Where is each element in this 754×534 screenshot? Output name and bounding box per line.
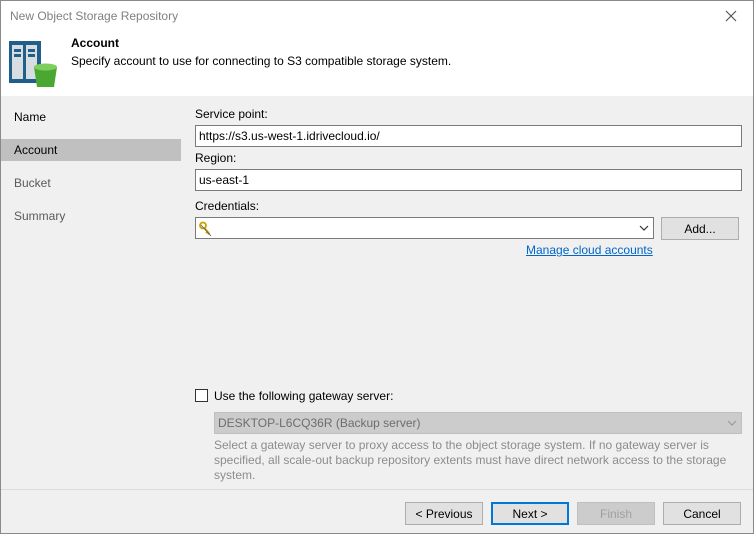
wizard-header: Account Specify account to use for conne… [1, 31, 753, 95]
credentials-select[interactable] [195, 217, 654, 239]
sidebar-item-bucket[interactable]: Bucket [1, 172, 181, 194]
sidebar-item-summary[interactable]: Summary [1, 205, 181, 227]
object-storage-icon [9, 41, 57, 87]
gateway-server-checkbox-label[interactable]: Use the following gateway server: [214, 389, 393, 403]
gateway-server-checkbox[interactable] [195, 389, 208, 402]
wizard-window: New Object Storage Repository Account Sp… [0, 0, 754, 534]
region-label: Region: [195, 151, 237, 165]
key-icon [199, 221, 212, 237]
service-point-label: Service point: [195, 107, 268, 121]
add-credentials-button[interactable]: Add... [661, 217, 739, 240]
chevron-down-icon [727, 420, 737, 426]
wizard-footer: < Previous Next > Finish Cancel [1, 489, 753, 533]
next-button[interactable]: Next > [491, 502, 569, 525]
previous-button[interactable]: < Previous [405, 502, 483, 525]
cancel-button[interactable]: Cancel [663, 502, 741, 525]
region-input[interactable]: us-east-1 [195, 169, 742, 191]
window-title: New Object Storage Repository [10, 9, 179, 23]
wizard-steps-sidebar: Name Account Bucket Summary [1, 96, 182, 489]
sidebar-item-name[interactable]: Name [1, 106, 181, 128]
wizard-content: Service point: https://s3.us-west-1.idri… [182, 96, 753, 489]
chevron-down-icon [639, 225, 649, 231]
gateway-server-select[interactable]: DESKTOP-L6CQ36R (Backup server) [214, 412, 742, 434]
credentials-label: Credentials: [195, 199, 260, 213]
close-button[interactable] [709, 1, 753, 31]
gateway-server-hint: Select a gateway server to proxy access … [214, 438, 727, 482]
page-title: Account [71, 36, 119, 50]
sidebar-item-account[interactable]: Account [1, 139, 181, 161]
finish-button[interactable]: Finish [577, 502, 655, 525]
close-icon [725, 10, 737, 22]
gateway-server-value: DESKTOP-L6CQ36R (Backup server) [218, 416, 421, 430]
manage-cloud-accounts-link[interactable]: Manage cloud accounts [526, 243, 653, 257]
title-bar: New Object Storage Repository [1, 1, 753, 31]
service-point-input[interactable]: https://s3.us-west-1.idrivecloud.io/ [195, 125, 742, 147]
page-description: Specify account to use for connecting to… [71, 54, 452, 68]
